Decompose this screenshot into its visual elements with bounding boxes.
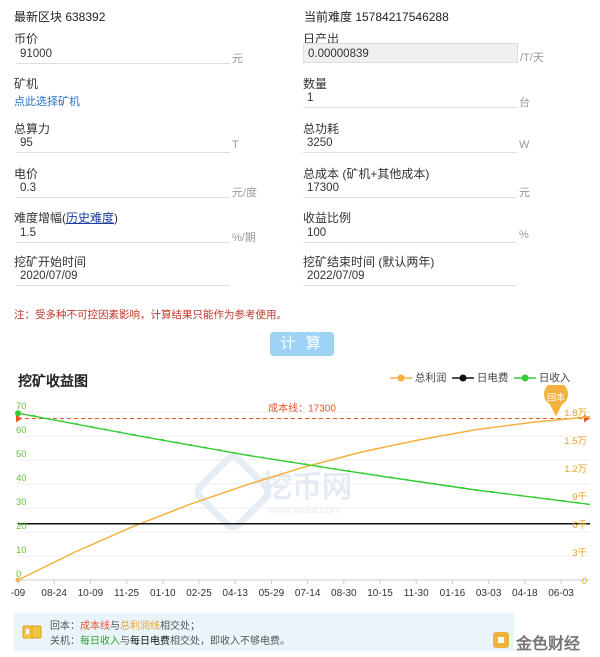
price-unit: 元 <box>232 53 243 65</box>
payback-marker-label: 回本 <box>547 392 565 403</box>
hashrate-unit: T <box>232 139 239 151</box>
quantity-input[interactable]: 1 <box>303 88 517 108</box>
left-tick-label: 10 <box>16 545 27 556</box>
profit-ratio-unit: % <box>519 229 529 241</box>
end-time-input[interactable]: 2022/07/09 <box>303 266 517 286</box>
brand-logo: 金色财经 <box>490 626 600 654</box>
x-tick-label: 11-30 <box>404 588 429 599</box>
total-cost-unit: 元 <box>519 187 530 199</box>
right-tick-label: 1.8万 <box>564 408 587 419</box>
x-tick-label: 02-25 <box>186 588 212 599</box>
left-tick-label: 20 <box>16 521 27 532</box>
x-tick-label: 04-18 <box>512 588 538 599</box>
book-icon <box>22 625 42 639</box>
payback-mid: 与 <box>110 621 120 632</box>
current-difficulty: 当前难度 15784217546288 <box>304 10 449 24</box>
right-tick-label: 1.2万 <box>564 464 587 475</box>
brand-logo-icon <box>493 632 509 648</box>
payback-profit-line: 总利润线 <box>120 621 160 632</box>
x-tick-label: 10-15 <box>367 588 393 599</box>
watermark-name: 挖币网 <box>262 470 352 504</box>
right-tick-label: 3千 <box>572 548 587 559</box>
latest-block: 最新区块 638392 <box>14 10 106 24</box>
disclaimer-notice: 注：受多种不可控因素影响，计算结果只能作为参考使用。 <box>14 309 287 321</box>
profit-ratio-input[interactable]: 100 <box>303 223 517 243</box>
price-input[interactable]: 91000 <box>16 44 230 64</box>
legend-elec-icon <box>452 374 474 382</box>
left-tick-label: 70 <box>16 401 27 412</box>
x-tick-label: 08-30 <box>331 588 357 599</box>
watermark-url: www.wabi.com <box>267 504 341 516</box>
legend-item-elec[interactable]: 日电费 <box>452 370 508 385</box>
left-tick-label: 50 <box>16 449 27 460</box>
miner-label: 矿机 <box>14 77 39 91</box>
legend-profit-label: 总利润 <box>414 372 447 384</box>
elec-price-unit: 元/度 <box>232 187 258 199</box>
watermark-logo-icon <box>194 453 272 531</box>
payback-prefix: 回本： <box>50 621 80 632</box>
left-tick-label: 40 <box>16 473 27 484</box>
payback-cost-line: 成本线 <box>80 621 110 632</box>
x-tick-label: 01-10 <box>150 588 176 599</box>
left-tick-label: 60 <box>16 425 27 436</box>
right-tick-label: 1.5万 <box>564 436 587 447</box>
payback-suffix: 相交处； <box>160 621 200 632</box>
legend-item-profit[interactable]: 总利润 <box>390 370 446 385</box>
shutdown-suffix: 相交处，即收入不够电费。 <box>170 636 290 647</box>
difficulty-growth-unit: %/期 <box>232 232 256 244</box>
brand-name: 金色财经 <box>516 636 581 653</box>
quantity-unit: 台 <box>519 97 530 109</box>
daily-output-field: 0.00000839 <box>303 43 518 63</box>
right-tick-label: 0 <box>582 576 587 587</box>
shutdown-explanation: 关机：每日收入与每日电费相交处，即收入不够电费。 <box>50 632 290 647</box>
left-tick-label: 30 <box>16 497 27 508</box>
payback-explanation: 回本：成本线与总利润线相交处； <box>50 617 200 632</box>
select-miner-link[interactable]: 点此选择矿机 <box>14 93 80 109</box>
legend-income-icon <box>514 374 536 382</box>
right-tick-label: 9千 <box>572 492 587 503</box>
shutdown-prefix: 关机： <box>50 636 80 647</box>
x-tick-label: 01-16 <box>440 588 466 599</box>
power-unit: W <box>519 139 530 151</box>
watermark: 挖币网 www.wabi.com <box>194 453 352 531</box>
calculate-button[interactable]: 计 算 <box>270 332 334 356</box>
daily-output-unit: /T/天 <box>520 52 544 64</box>
shutdown-mid: 与 <box>120 636 130 647</box>
start-time-input[interactable]: 2020/07/09 <box>16 266 230 286</box>
right-tick-label: 6千 <box>572 520 587 531</box>
cost-line-label: 成本线：17300 <box>268 402 336 415</box>
total-cost-input[interactable]: 17300 <box>303 178 517 198</box>
power-input[interactable]: 3250 <box>303 133 517 153</box>
x-tick-label: 06-03 <box>548 588 574 599</box>
x-tick-label: 04-13 <box>222 588 248 599</box>
x-tick-label: -09 <box>11 588 26 599</box>
x-tick-label: 10-09 <box>78 588 104 599</box>
shutdown-income: 每日收入 <box>80 636 120 647</box>
x-tick-label: 05-29 <box>259 588 285 599</box>
left-tick-label: 0 <box>16 569 21 580</box>
shutdown-elec: 每日电费 <box>130 636 170 647</box>
legend-item-income[interactable]: 日收入 <box>514 370 570 385</box>
x-tick-label: 08-24 <box>41 588 67 599</box>
x-tick-label: 11-25 <box>114 588 139 599</box>
legend-income-label: 日收入 <box>538 372 571 384</box>
legend-profit-icon <box>390 374 412 382</box>
x-tick-label: 07-14 <box>295 588 321 599</box>
elec-price-input[interactable]: 0.3 <box>16 178 230 198</box>
x-tick-label: 03-03 <box>476 588 502 599</box>
legend-elec-label: 日电费 <box>476 372 509 384</box>
hashrate-input[interactable]: 95 <box>16 133 230 153</box>
mining-profit-chart: 挖币网 www.wabi.com 成本线：17300 回本 -09 08-24 10-… <box>11 385 591 599</box>
difficulty-growth-input[interactable]: 1.5 <box>16 223 230 243</box>
